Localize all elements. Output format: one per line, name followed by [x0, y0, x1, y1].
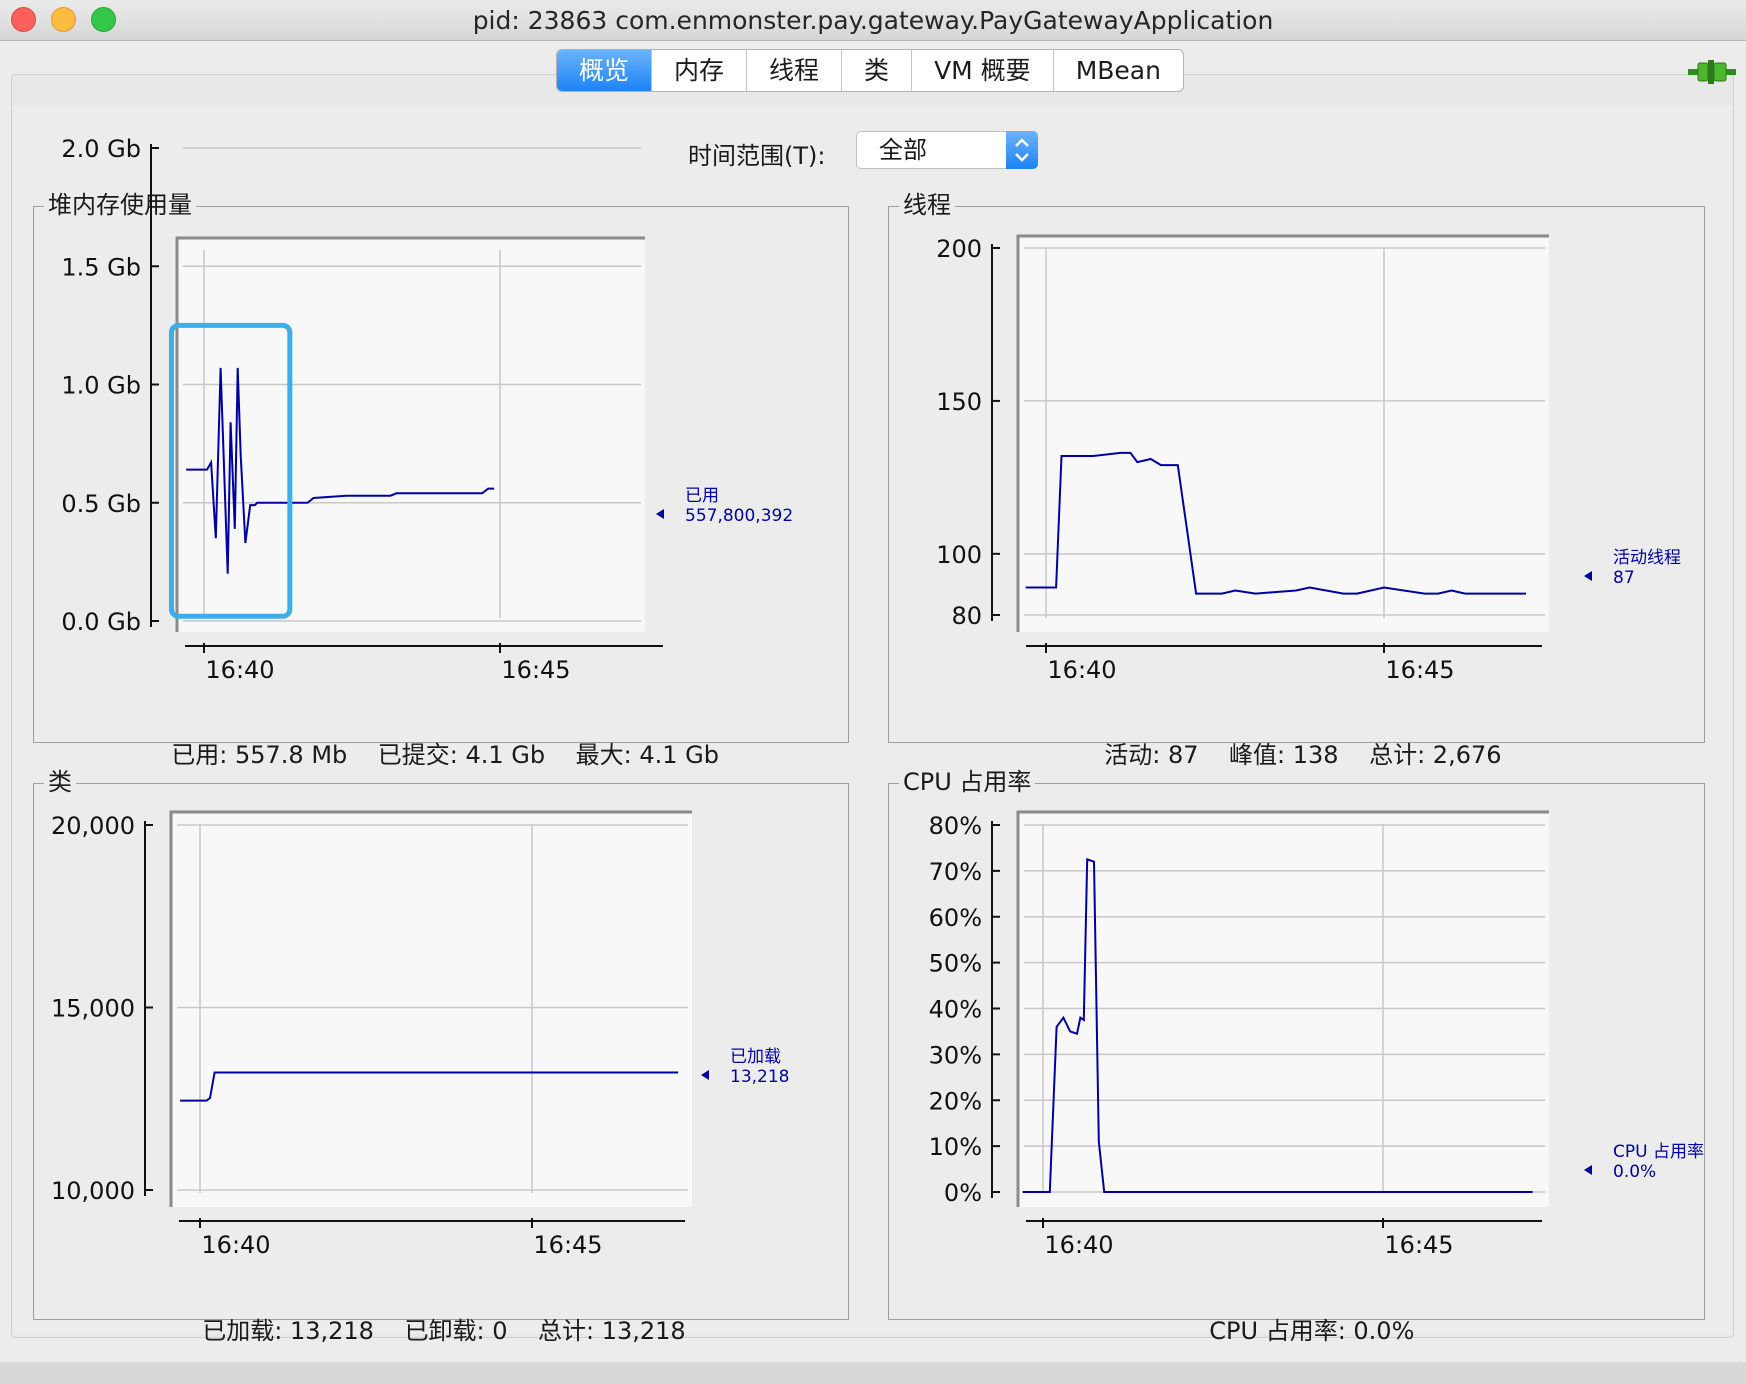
window-bottom-bar [0, 1362, 1746, 1384]
x-tick-label: 16:40 [1044, 1231, 1113, 1259]
value-pointer-icon [1584, 1165, 1592, 1175]
y-tick-label: 80% [929, 812, 982, 840]
cpu-usage-summary: CPU 占用率: 0.0% [1209, 1317, 1415, 1345]
y-tick-label: 50% [929, 950, 982, 978]
y-tick-label: 40% [929, 996, 982, 1024]
series-value-label: 0.0% [1613, 1162, 1656, 1182]
x-tick-label: 16:45 [1384, 1231, 1453, 1259]
y-tick-label: 0% [944, 1179, 982, 1207]
y-tick-label: 60% [929, 904, 982, 932]
cpu-summary: CPU 占用率: 0.0% [1194, 1283, 1414, 1346]
series-name-label: CPU 占用率 [1613, 1142, 1704, 1162]
cpu-usage-chart: 0% 10% 20% 30% 40% 50% 60% 70% 80% 16:40 16:45 CPU … [929, 810, 1704, 1259]
y-tick-label: 20% [929, 1087, 982, 1115]
y-tick-label: 70% [929, 858, 982, 886]
y-tick-label: 30% [929, 1041, 982, 1069]
y-tick-label: 10% [929, 1133, 982, 1161]
